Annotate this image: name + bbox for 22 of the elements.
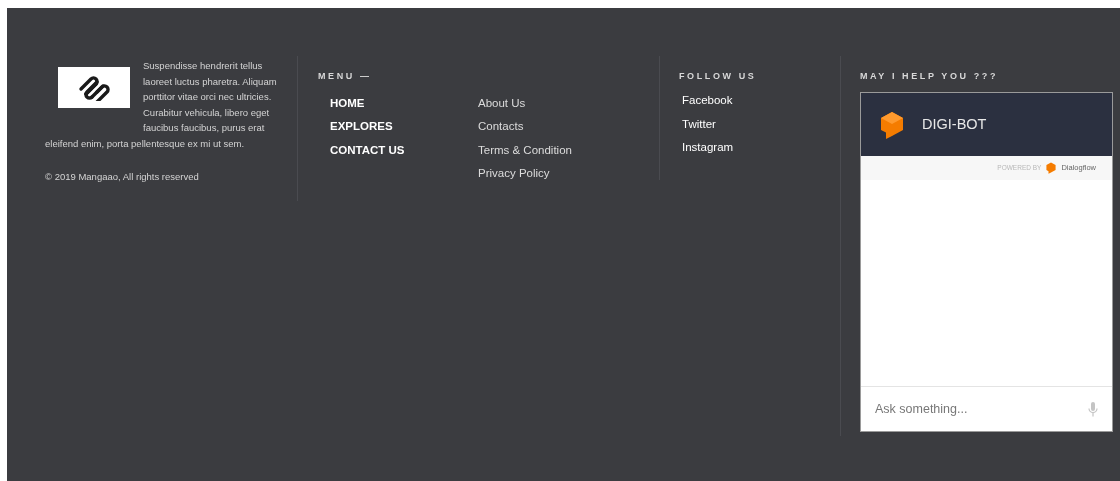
footer-link[interactable]: Facebook: [682, 93, 733, 108]
follow-heading: FOLLOW US: [679, 70, 757, 83]
footer-link[interactable]: Instagram: [682, 140, 734, 155]
logo-icon: [77, 74, 111, 101]
copyright-text: © 2019 Mangaao, All rights reserved: [45, 170, 199, 184]
menu-heading: MENU —: [318, 70, 372, 83]
bot-name: DIGI-BOT: [922, 114, 987, 134]
message-field[interactable]: Ask something...: [873, 398, 1088, 420]
about-paragraph: Suspendisse hendrerit tellus laoreet luctus pharetra. Aliquam porttitor vitae orci nec ultricies. Curabitur vehicula, libero eget faucibus faucibus, purus erat: [143, 59, 278, 135]
footer-link[interactable]: Contacts: [478, 119, 524, 134]
footer-link[interactable]: About Us: [478, 95, 526, 110]
footer-link[interactable]: Twitter: [682, 116, 716, 131]
provider-icon: [1046, 162, 1057, 174]
footer-link[interactable]: CONTACT US: [330, 142, 405, 157]
footer-link[interactable]: HOME: [330, 95, 365, 110]
footer-link[interactable]: Terms & Condition: [478, 142, 572, 157]
footer-link[interactable]: Privacy Policy: [478, 166, 550, 181]
about-paragraph: eleifend enim, porta pellentesque ex mi ut sem.: [45, 137, 245, 149]
microphone-icon[interactable]: [1088, 401, 1098, 417]
footer-link[interactable]: EXPLORES: [330, 119, 393, 134]
chat-bubble-icon: [880, 110, 904, 139]
chat-heading: MAY I HELP YOU ???: [860, 70, 998, 83]
